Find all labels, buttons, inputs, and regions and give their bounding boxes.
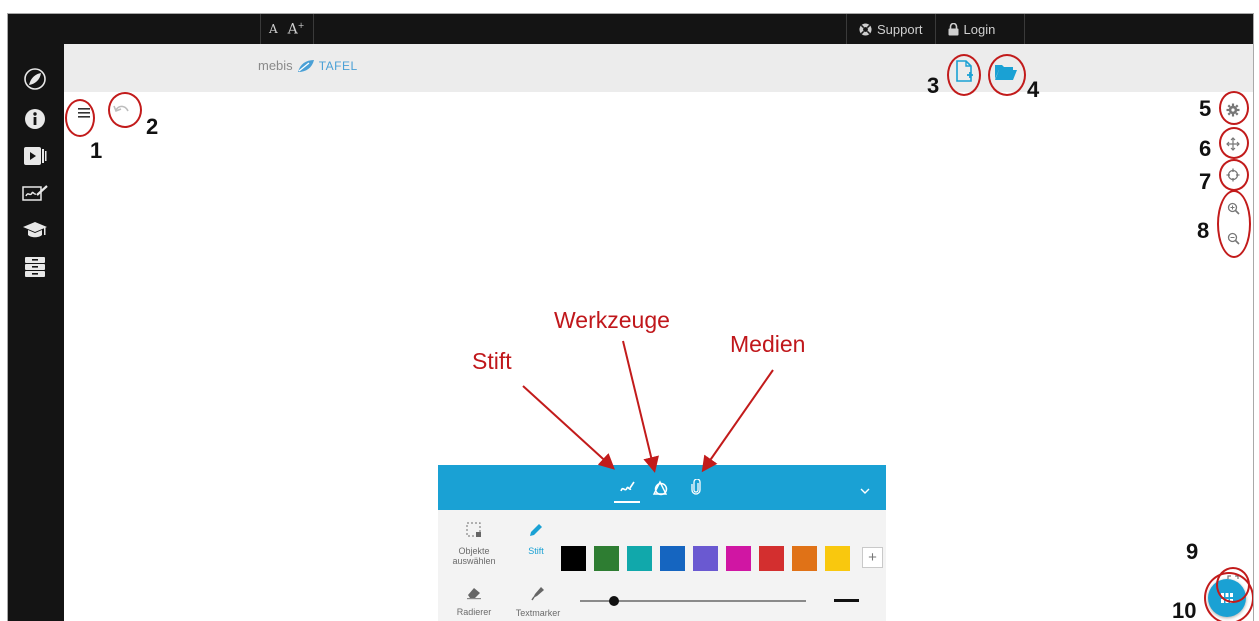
brand-name: mebis	[258, 58, 293, 73]
annotation-number-3: 3	[927, 73, 940, 98]
color-swatch[interactable]	[561, 546, 586, 571]
color-swatch[interactable]	[825, 546, 850, 571]
annotation-label-werkzeuge: Werkzeuge	[554, 307, 670, 333]
add-color-button[interactable]: +	[862, 547, 883, 568]
pen-icon	[620, 481, 635, 492]
add-color-label: +	[868, 549, 877, 566]
marker-tool-label: Textmarker	[515, 608, 561, 618]
font-increase-button[interactable]: A+	[288, 21, 305, 38]
support-icon	[859, 22, 872, 36]
shapes-icon	[652, 479, 667, 495]
annotation-number-8: 8	[1197, 218, 1210, 243]
tools-panel-header	[438, 465, 886, 510]
annotation-circle-10	[1204, 572, 1253, 621]
select-tool-label: Objekte auswählen	[452, 546, 496, 566]
annotation-circle-4	[988, 54, 1026, 96]
font-decrease-button[interactable]: A	[269, 22, 278, 36]
annotation-circle-1	[65, 99, 95, 137]
pen-tool-label: Stift	[528, 546, 544, 556]
signature-icon	[22, 185, 48, 201]
tab-media[interactable]	[688, 477, 704, 497]
annotation-number-5: 5	[1199, 96, 1212, 121]
sidebar-item-media[interactable]	[22, 145, 48, 167]
select-tool[interactable]: Objekte auswählen	[446, 518, 502, 580]
chevron-down-icon	[860, 488, 870, 494]
pen-tool[interactable]: Stift	[516, 518, 556, 562]
arrow-medien	[701, 369, 774, 473]
annotation-number-9: 9	[1186, 539, 1199, 564]
archive-icon	[25, 257, 45, 277]
sidebar-item-archive[interactable]	[22, 256, 48, 278]
tab-tools[interactable]	[650, 477, 670, 497]
annotation-circle-2	[108, 92, 142, 128]
sidebar-item-signature[interactable]	[22, 182, 48, 204]
lock-icon	[948, 22, 959, 35]
annotation-number-1: 1	[90, 138, 103, 163]
annotation-label-stift: Stift	[472, 348, 512, 374]
support-button[interactable]: Support	[846, 14, 935, 44]
tools-panel-body: Objekte auswählen Stift + Radierer Textm…	[438, 510, 886, 621]
top-bar: A A+ Support Login	[8, 14, 1253, 44]
stroke-width-slider[interactable]	[580, 594, 806, 608]
annotation-number-4: 4	[1027, 77, 1040, 102]
sidebar-item-home[interactable]	[22, 68, 48, 90]
graduation-cap-icon	[23, 222, 47, 238]
annotation-circle-8	[1217, 190, 1251, 258]
color-swatch[interactable]	[759, 546, 784, 571]
annotation-number-6: 6	[1199, 136, 1212, 161]
pencil-icon	[530, 524, 542, 536]
marker-tool[interactable]: Textmarker	[512, 584, 564, 621]
stroke-preview	[834, 599, 859, 602]
select-icon	[466, 522, 481, 537]
brand-logo: mebis TAFEL	[258, 58, 358, 73]
slider-thumb[interactable]	[608, 596, 619, 606]
color-swatch[interactable]	[693, 546, 718, 571]
sidebar-item-info[interactable]	[22, 108, 48, 130]
mebis-leaf-icon	[24, 68, 46, 90]
sidebar	[8, 44, 64, 621]
color-swatch[interactable]	[627, 546, 652, 571]
collapse-panel-button[interactable]	[860, 481, 874, 494]
eraser-icon	[467, 588, 481, 600]
arrow-stift	[522, 385, 615, 470]
annotation-number-7: 7	[1199, 169, 1212, 194]
sidebar-item-courses[interactable]	[22, 219, 48, 241]
tab-pen[interactable]	[614, 473, 640, 503]
eraser-tool-label: Radierer	[456, 607, 492, 617]
color-swatch[interactable]	[726, 546, 751, 571]
eraser-tool[interactable]: Radierer	[452, 584, 496, 621]
annotation-circle-5	[1219, 91, 1249, 125]
brand-product: TAFEL	[318, 58, 358, 73]
info-icon	[25, 109, 45, 129]
login-label: Login	[963, 21, 996, 37]
support-label: Support	[877, 21, 923, 37]
annotation-number-2: 2	[146, 114, 159, 139]
app-window: A A+ Support Login mebis TAFEL Objekte a…	[7, 13, 1254, 621]
annotation-circle-3	[947, 54, 981, 96]
annotation-label-medien: Medien	[730, 331, 806, 357]
login-button[interactable]: Login	[934, 14, 1025, 44]
color-swatch[interactable]	[660, 546, 685, 571]
color-swatch[interactable]	[594, 546, 619, 571]
paperclip-icon	[691, 479, 701, 495]
media-icon	[24, 147, 47, 165]
color-swatch[interactable]	[792, 546, 817, 571]
header-bar: mebis TAFEL	[64, 44, 1253, 92]
font-size-controls: A A+	[260, 14, 314, 44]
annotation-circle-7	[1219, 159, 1249, 191]
annotation-number-10: 10	[1172, 598, 1197, 621]
top-right-menu: Support Login	[846, 14, 1025, 44]
annotation-circle-6	[1219, 127, 1249, 159]
mebis-leaf-logo-icon	[297, 59, 314, 72]
arrow-werkzeuge	[622, 340, 659, 473]
marker-icon	[531, 587, 544, 601]
